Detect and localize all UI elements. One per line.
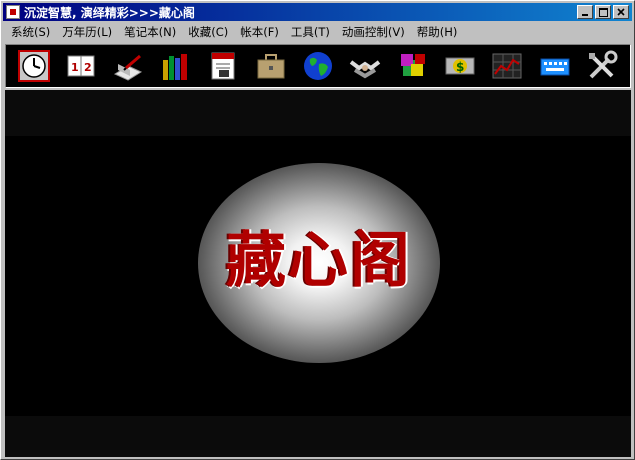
keyboard-icon bbox=[540, 58, 570, 76]
minimize-icon bbox=[582, 14, 588, 16]
document-icon bbox=[211, 52, 235, 80]
menu-favorites[interactable]: 收藏(C) bbox=[182, 22, 234, 42]
maximize-icon bbox=[598, 7, 608, 17]
toolbar-document-button[interactable] bbox=[204, 47, 242, 85]
menu-notebook[interactable]: 笔记本(N) bbox=[118, 22, 182, 42]
toolbar-handshake-button[interactable] bbox=[346, 47, 384, 85]
menu-help[interactable]: 帮助(H) bbox=[411, 22, 464, 42]
title-bar[interactable]: 沉淀智慧, 演绎精彩>>>藏心阁 bbox=[3, 3, 632, 21]
menu-calendar[interactable]: 万年历(L) bbox=[56, 22, 118, 42]
svg-text:2: 2 bbox=[84, 61, 92, 74]
tools-icon bbox=[589, 50, 618, 79]
svg-text:$: $ bbox=[456, 60, 464, 74]
app-window: 沉淀智慧, 演绎精彩>>>藏心阁 系统(S) 万年历(L) 笔记本(N) 收藏(… bbox=[0, 0, 635, 460]
menu-bar: 系统(S) 万年历(L) 笔记本(N) 收藏(C) 帐本(F) 工具(T) 动画… bbox=[3, 22, 632, 42]
menu-system[interactable]: 系统(S) bbox=[3, 22, 56, 42]
money-icon: $ bbox=[445, 57, 475, 75]
window-title: 沉淀智慧, 演绎精彩>>>藏心阁 bbox=[24, 5, 195, 20]
notebook-icon bbox=[114, 54, 143, 81]
toolbar: 1 2 $ bbox=[5, 44, 631, 88]
toolbar-globe-button[interactable] bbox=[299, 47, 337, 85]
toolbar-keyboard-button[interactable] bbox=[536, 47, 574, 85]
calendar-icon: 1 2 bbox=[67, 55, 95, 77]
svg-text:1: 1 bbox=[71, 61, 79, 74]
toolbar-money-button[interactable]: $ bbox=[441, 47, 479, 85]
menu-animation[interactable]: 动画控制(V) bbox=[336, 22, 411, 42]
toolbar-books-button[interactable] bbox=[157, 47, 195, 85]
maximize-button[interactable] bbox=[595, 5, 611, 19]
briefcase-icon bbox=[257, 54, 285, 79]
client-area: 藏心阁 bbox=[5, 90, 631, 457]
books-icon bbox=[162, 54, 187, 80]
close-button[interactable] bbox=[613, 5, 629, 19]
menu-tools[interactable]: 工具(T) bbox=[285, 22, 336, 42]
chart-icon bbox=[492, 53, 522, 79]
clock-icon bbox=[17, 50, 50, 82]
animation-stage: 藏心阁 bbox=[5, 136, 631, 416]
handshake-icon bbox=[350, 60, 381, 79]
menu-accounts[interactable]: 帐本(F) bbox=[234, 22, 285, 42]
toolbar-chart-button[interactable] bbox=[488, 47, 526, 85]
toolbar-clock-button[interactable] bbox=[15, 47, 53, 85]
close-icon bbox=[617, 8, 625, 16]
toolbar-puzzle-button[interactable] bbox=[394, 47, 432, 85]
window-controls bbox=[577, 5, 629, 19]
globe-icon bbox=[303, 52, 332, 80]
puzzle-icon bbox=[400, 54, 425, 76]
toolbar-briefcase-button[interactable] bbox=[252, 47, 290, 85]
toolbar-tools-button[interactable] bbox=[583, 47, 621, 85]
toolbar-notebook-button[interactable] bbox=[109, 47, 147, 85]
toolbar-calendar-button[interactable]: 1 2 bbox=[62, 47, 100, 85]
logo-title: 藏心阁 bbox=[226, 226, 412, 296]
app-icon[interactable] bbox=[6, 5, 20, 19]
minimize-button[interactable] bbox=[577, 5, 593, 19]
